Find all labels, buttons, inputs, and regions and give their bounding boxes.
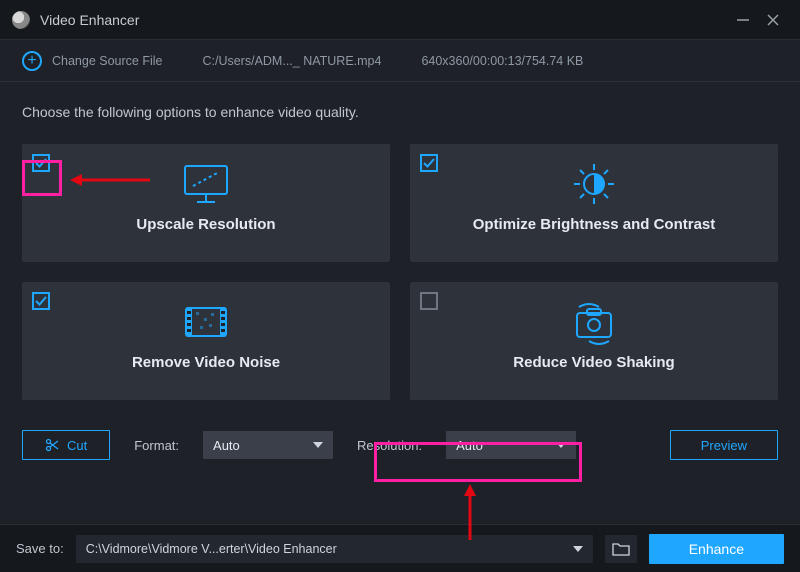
card-label: Upscale Resolution: [136, 216, 275, 233]
saveto-path-box[interactable]: C:\Vidmore\Vidmore V...erter\Video Enhan…: [76, 535, 593, 563]
folder-icon: [612, 542, 630, 556]
source-meta: 640x360/00:00:13/754.74 KB: [421, 54, 583, 68]
monitor-upscale-icon: [176, 158, 236, 210]
saveto-path: C:\Vidmore\Vidmore V...erter\Video Enhan…: [86, 542, 337, 556]
options-grid: Upscale Resolution Optimize: [22, 144, 778, 400]
app-logo-icon: [12, 11, 30, 29]
card-remove-noise[interactable]: Remove Video Noise: [22, 282, 390, 400]
titlebar: Video Enhancer: [0, 0, 800, 40]
preview-label: Preview: [701, 438, 747, 453]
film-noise-icon: [176, 296, 236, 348]
change-source-button[interactable]: + Change Source File: [22, 51, 162, 71]
card-label: Remove Video Noise: [132, 354, 280, 371]
enhance-button[interactable]: Enhance: [649, 534, 784, 564]
chevron-down-icon: [556, 440, 566, 450]
minimize-button[interactable]: [728, 5, 758, 35]
resolution-label: Resolution:: [357, 438, 422, 453]
scissors-icon: [45, 438, 59, 452]
plus-circle-icon: +: [22, 51, 42, 71]
source-path: C:/Users/ADM..._ NATURE.mp4: [202, 54, 381, 68]
chevron-down-icon: [313, 440, 323, 450]
change-source-label: Change Source File: [52, 54, 162, 68]
card-upscale-resolution[interactable]: Upscale Resolution: [22, 144, 390, 262]
format-select[interactable]: Auto: [203, 431, 333, 459]
close-button[interactable]: [758, 5, 788, 35]
controls-row: Cut Format: Auto Resolution: Auto Previe…: [22, 430, 778, 460]
format-label: Format:: [134, 438, 179, 453]
chevron-down-icon: [573, 544, 583, 554]
camera-shake-icon: [564, 296, 624, 348]
saveto-label: Save to:: [16, 541, 64, 556]
resolution-value: Auto: [456, 438, 483, 453]
source-bar: + Change Source File C:/Users/ADM..._ NA…: [0, 40, 800, 82]
checkbox-noise[interactable]: [32, 292, 50, 310]
cut-label: Cut: [67, 438, 87, 453]
card-optimize-brightness[interactable]: Optimize Brightness and Contrast: [410, 144, 778, 262]
brightness-contrast-icon: [564, 158, 624, 210]
checkbox-upscale[interactable]: [32, 154, 50, 172]
checkbox-shaking[interactable]: [420, 292, 438, 310]
checkbox-optimize[interactable]: [420, 154, 438, 172]
preview-button[interactable]: Preview: [670, 430, 778, 460]
format-value: Auto: [213, 438, 240, 453]
card-reduce-shaking[interactable]: Reduce Video Shaking: [410, 282, 778, 400]
card-label: Reduce Video Shaking: [513, 354, 674, 371]
window-title: Video Enhancer: [40, 12, 728, 28]
bottom-bar: Save to: C:\Vidmore\Vidmore V...erter\Vi…: [0, 524, 800, 572]
browse-folder-button[interactable]: [605, 535, 637, 563]
cut-button[interactable]: Cut: [22, 430, 110, 460]
card-label: Optimize Brightness and Contrast: [473, 216, 716, 233]
main-panel: Choose the following options to enhance …: [0, 82, 800, 482]
instruction-text: Choose the following options to enhance …: [22, 104, 778, 120]
enhance-label: Enhance: [689, 541, 744, 557]
resolution-select[interactable]: Auto: [446, 431, 576, 459]
